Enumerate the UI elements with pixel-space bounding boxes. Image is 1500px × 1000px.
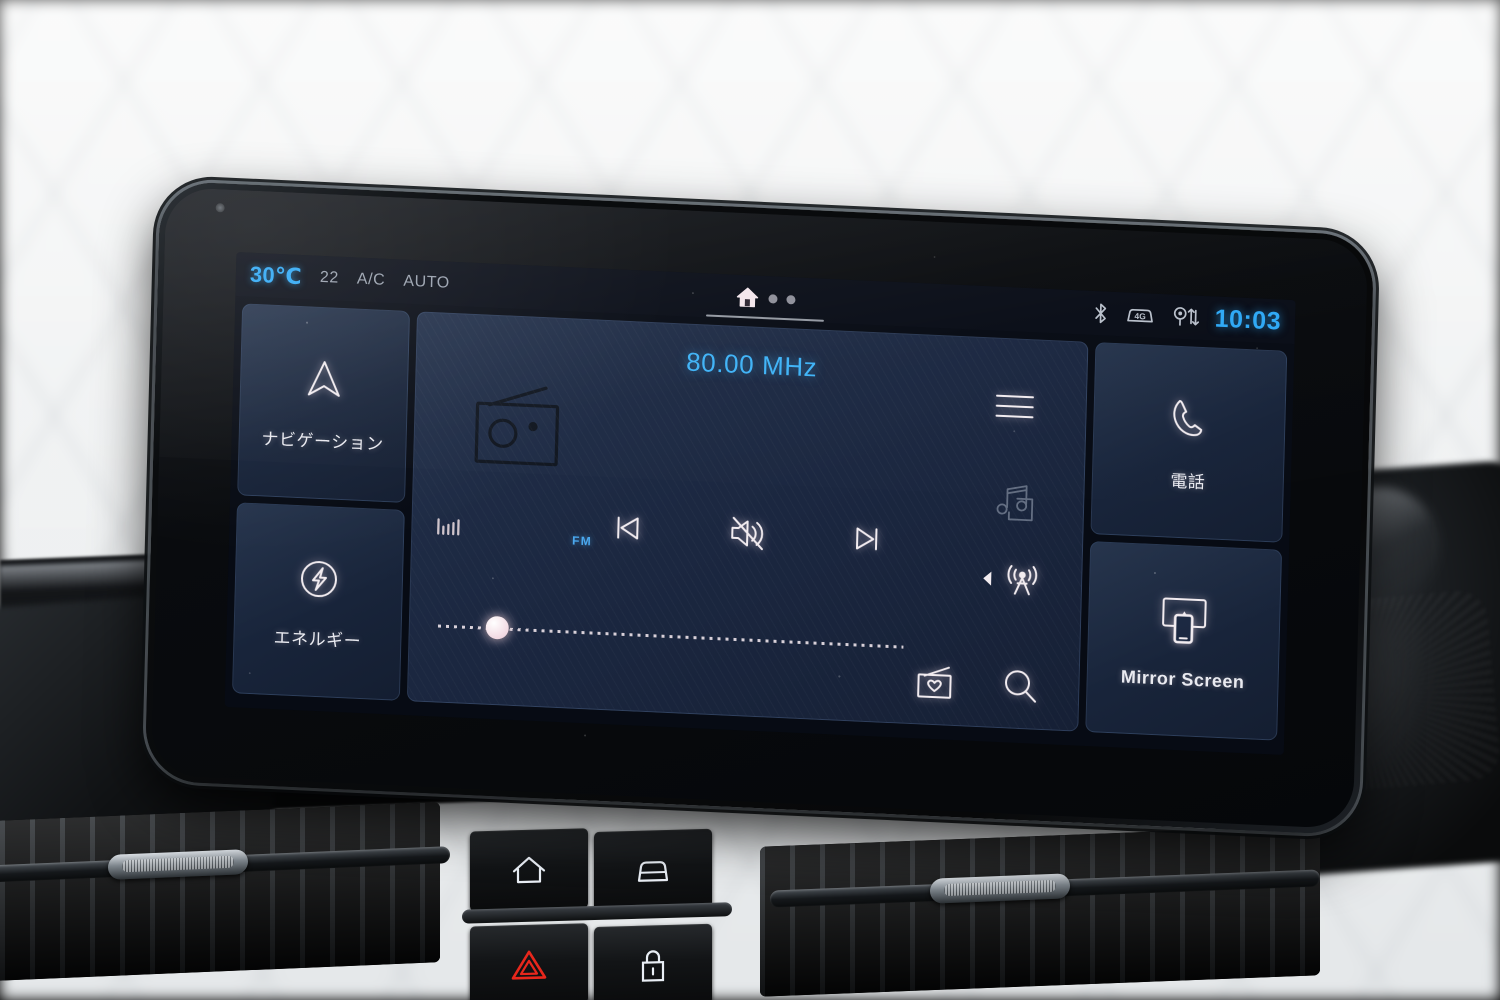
home-screen-grid: ナビゲーション エネルギー 80.00 MHz FM 電話 Mirror Scr… (225, 296, 1295, 748)
vehicle-button[interactable] (594, 828, 712, 913)
tile-label-navigation: ナビゲーション (261, 429, 384, 455)
tuning-slider-thumb[interactable] (485, 615, 510, 640)
ambient-light-sensor (215, 203, 225, 213)
skip-next-icon[interactable] (847, 518, 888, 560)
vent-knob-texture (944, 879, 1056, 897)
speaker-muted-icon[interactable] (725, 511, 770, 555)
touchscreen-glass[interactable]: 30℃ 22 A/C AUTO 4G 10:03 ナビゲーション エネルギー 8… (150, 186, 1369, 830)
tile-energy[interactable]: エネルギー (231, 501, 405, 701)
hazard-button[interactable] (470, 923, 588, 1000)
hard-button-cluster (462, 825, 732, 1000)
climate-status-group: 30℃ 22 A/C AUTO (250, 262, 451, 297)
music-folder-icon[interactable] (985, 478, 1038, 526)
infotainment-ui: 30℃ 22 A/C AUTO 4G 10:03 ナビゲーション エネルギー 8… (224, 252, 1296, 755)
energy-bolt-icon (301, 560, 337, 597)
ac-label[interactable]: A/C (357, 271, 386, 290)
page-dot[interactable] (768, 293, 778, 304)
tile-mirror-screen[interactable]: Mirror Screen (1085, 540, 1283, 741)
radio-favorite-icon[interactable] (912, 661, 957, 703)
transport-controls (412, 497, 1083, 569)
vent-knob-texture (122, 855, 234, 873)
door-lock-button[interactable] (594, 923, 712, 1000)
fan-level[interactable]: 22 (320, 269, 339, 288)
location-data-transfer-icon (1173, 307, 1199, 326)
vent-shading (0, 802, 440, 982)
search-icon[interactable] (1000, 665, 1041, 707)
radio-player-panel[interactable]: 80.00 MHz FM (406, 311, 1089, 732)
car-outline-icon (637, 861, 669, 882)
broadcast-antenna-icon[interactable] (1003, 561, 1042, 599)
page-dot[interactable] (786, 294, 796, 304)
navigation-arrow-icon (307, 361, 340, 398)
air-vent-left (0, 802, 440, 982)
home-outline-icon (512, 856, 546, 884)
photo-scene: 30℃ 22 A/C AUTO 4G 10:03 ナビゲーション エネルギー 8… (0, 0, 1500, 1000)
auto-label[interactable]: AUTO (403, 273, 450, 293)
home-icon[interactable] (735, 286, 760, 309)
clock: 10:03 (1214, 303, 1282, 336)
tile-label-phone: 電話 (1170, 471, 1206, 493)
mirror-screen-icon (1162, 597, 1207, 644)
hamburger-menu-icon[interactable] (991, 388, 1038, 424)
4g-car-icon: 4G (1126, 308, 1153, 323)
vent-shading (760, 825, 1320, 997)
lock-icon (641, 950, 665, 982)
tile-label-energy: エネルギー (273, 627, 362, 651)
hazard-triangle-icon (511, 950, 547, 980)
skip-previous-icon[interactable] (607, 507, 648, 549)
infotainment-head-unit: 30℃ 22 A/C AUTO 4G 10:03 ナビゲーション エネルギー 8… (144, 180, 1375, 836)
outside-temperature: 30℃ (249, 261, 303, 290)
home-button[interactable] (470, 828, 588, 912)
air-vent-right (760, 825, 1320, 997)
triangle-left-icon[interactable] (980, 569, 994, 588)
player-bottom-actions (912, 661, 1041, 707)
right-tile-column: 電話 Mirror Screen (1085, 342, 1288, 741)
system-status-group: 4G 10:03 (1091, 298, 1281, 336)
svg-text:4G: 4G (1134, 311, 1146, 322)
band-label: FM (571, 533, 593, 549)
signal-bars-icon (437, 518, 460, 536)
phone-handset-icon (1173, 400, 1203, 437)
left-tile-column: ナビゲーション エネルギー (231, 303, 411, 701)
tile-phone[interactable]: 電話 (1090, 342, 1288, 543)
tile-navigation[interactable]: ナビゲーション (237, 303, 411, 503)
radio-icon (474, 386, 560, 467)
tuning-slider[interactable] (437, 614, 904, 659)
tile-label-mirror-screen: Mirror Screen (1120, 666, 1245, 692)
antenna-group[interactable] (980, 560, 1042, 599)
bluetooth-icon (1094, 303, 1106, 324)
